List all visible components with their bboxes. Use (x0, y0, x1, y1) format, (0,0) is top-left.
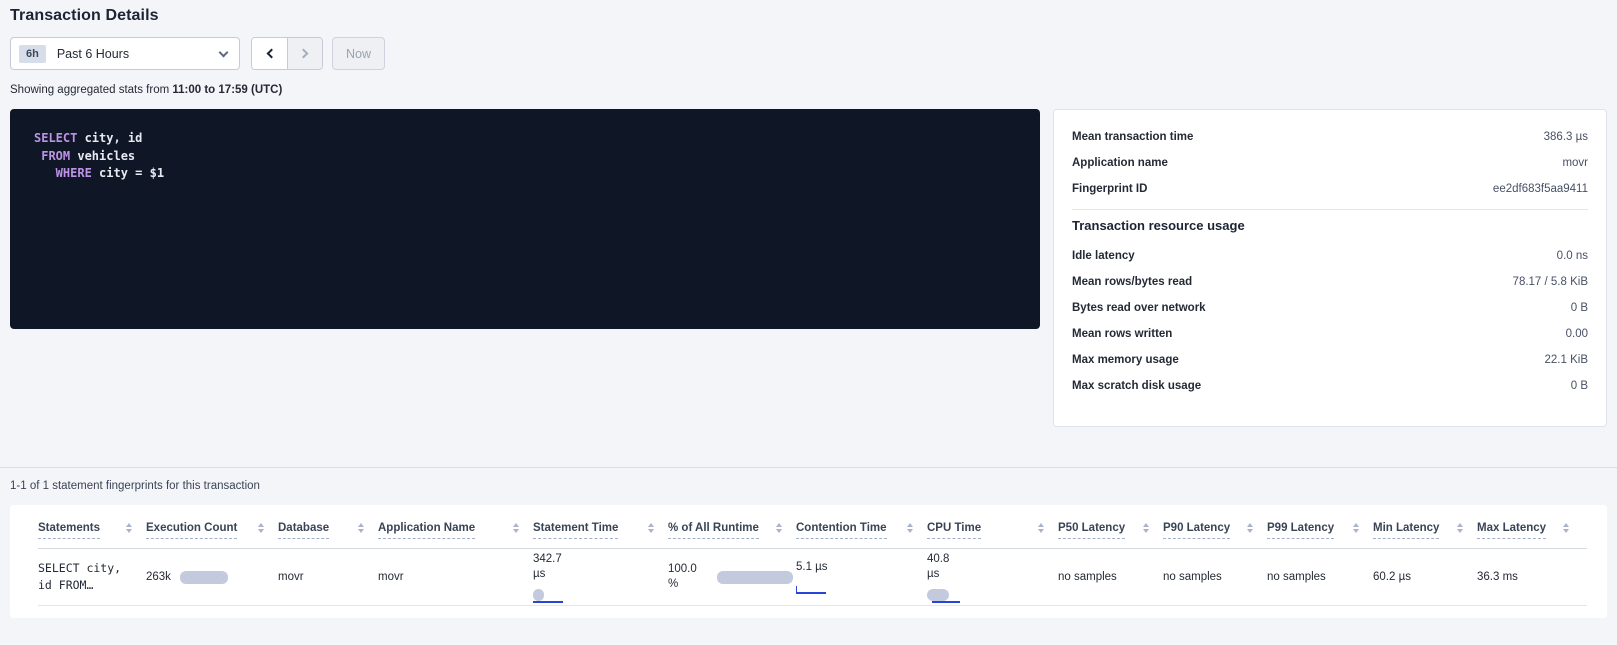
summary-row-mean-transaction-time: Mean transaction time 386.3 µs (1072, 124, 1588, 150)
sort-icon (648, 523, 654, 533)
sort-icon (1143, 523, 1149, 533)
summary-row-application-name: Application name movr (1072, 150, 1588, 176)
column-header-pct-of-all-runtime[interactable]: % of All Runtime (668, 522, 796, 539)
cell-p90-latency: no samples (1163, 571, 1267, 583)
sql-keyword: FROM (34, 149, 70, 163)
sql-keyword: SELECT (34, 131, 77, 145)
sql-statement-box: SELECT city, id FROM vehicles WHERE city… (10, 109, 1040, 329)
chevron-right-icon (299, 49, 309, 59)
contention-time-bar (796, 580, 856, 594)
summary-row-fingerprint-id: Fingerprint ID ee2df683f5aa9411 (1072, 176, 1588, 202)
sort-icon (907, 523, 913, 533)
aggregated-stats-line: Showing aggregated stats from 11:00 to 1… (10, 84, 1617, 96)
cell-statement-time: 342.7 µs (533, 552, 668, 603)
sql-statement-text: SELECT city, id FROM vehicles WHERE city… (34, 130, 1020, 183)
now-button[interactable]: Now (332, 37, 385, 70)
runtime-pct-bar (717, 571, 793, 584)
column-header-database[interactable]: Database (278, 522, 378, 539)
column-header-application-name[interactable]: Application Name (378, 522, 533, 539)
chevron-down-icon (219, 47, 229, 57)
column-header-statement-time[interactable]: Statement Time (533, 522, 668, 539)
resource-row-max-memory-usage: Max memory usage 22.1 KiB (1072, 347, 1588, 373)
fingerprints-caption: 1-1 of 1 statement fingerprints for this… (10, 480, 1617, 492)
resource-usage-heading: Transaction resource usage (1072, 218, 1588, 233)
resource-row-mean-rows-bytes-read: Mean rows/bytes read 78.17 / 5.8 KiB (1072, 269, 1588, 295)
time-range-badge: 6h (19, 45, 46, 63)
time-range-dropdown[interactable]: 6h Past 6 Hours (10, 37, 240, 70)
cell-p50-latency: no samples (1058, 571, 1163, 583)
cell-p99-latency: no samples (1267, 571, 1373, 583)
statements-table-header: Statements Execution Count Database Appl… (38, 505, 1587, 549)
resource-row-mean-rows-written: Mean rows written 0.00 (1072, 321, 1588, 347)
sort-icon (1247, 523, 1253, 533)
prev-time-button[interactable] (252, 38, 287, 69)
cell-min-latency: 60.2 µs (1373, 571, 1477, 583)
cpu-time-bar (927, 589, 987, 603)
cell-application-name: movr (378, 571, 533, 583)
cell-pct-of-all-runtime: 100.0 % (668, 562, 796, 592)
resource-row-idle-latency: Idle latency 0.0 ns (1072, 243, 1588, 269)
cell-execution-count: 263k (146, 571, 278, 584)
resource-row-max-scratch-disk-usage: Max scratch disk usage 0 B (1072, 373, 1588, 399)
statement-time-bar (533, 589, 593, 603)
stats-prefix: Showing aggregated stats from (10, 84, 172, 96)
summary-divider (1072, 209, 1588, 210)
column-header-min-latency[interactable]: Min Latency (1373, 522, 1477, 539)
sort-icon (776, 523, 782, 533)
column-header-p99-latency[interactable]: P99 Latency (1267, 522, 1373, 539)
time-controls: 6h Past 6 Hours Now (10, 37, 1617, 70)
column-header-cpu-time[interactable]: CPU Time (927, 522, 1058, 539)
column-header-statements[interactable]: Statements (38, 522, 146, 539)
column-header-p50-latency[interactable]: P50 Latency (1058, 522, 1163, 539)
sort-icon (1457, 523, 1463, 533)
statements-table: Statements Execution Count Database Appl… (10, 505, 1607, 618)
sort-icon (126, 523, 132, 533)
time-range-label: Past 6 Hours (57, 47, 220, 61)
sort-icon (258, 523, 264, 533)
column-header-execution-count[interactable]: Execution Count (146, 522, 278, 539)
table-row: SELECT city, id FROM… 263k movr movr 342… (38, 549, 1587, 606)
section-divider (0, 467, 1617, 468)
resource-row-bytes-read-over-network: Bytes read over network 0 B (1072, 295, 1588, 321)
sort-icon (1353, 523, 1359, 533)
transaction-summary-card: Mean transaction time 386.3 µs Applicati… (1053, 109, 1607, 427)
statement-link[interactable]: SELECT city, id FROM… (38, 560, 136, 594)
cell-cpu-time: 40.8 µs (927, 552, 1058, 603)
chevron-left-icon (266, 49, 276, 59)
column-header-max-latency[interactable]: Max Latency (1477, 522, 1583, 539)
page-title: Transaction Details (10, 7, 1617, 25)
cell-max-latency: 36.3 ms (1477, 571, 1583, 583)
time-pager (251, 37, 323, 70)
stats-range: 11:00 to 17:59 (UTC) (172, 84, 282, 96)
column-header-p90-latency[interactable]: P90 Latency (1163, 522, 1267, 539)
sort-icon (1038, 523, 1044, 533)
sort-icon (513, 523, 519, 533)
cell-database: movr (278, 571, 378, 583)
sort-icon (1563, 523, 1569, 533)
execution-count-bar (180, 571, 228, 584)
sort-icon (358, 523, 364, 533)
next-time-button[interactable] (287, 38, 322, 69)
sql-keyword: WHERE (34, 166, 92, 180)
cell-contention-time: 5.1 µs (796, 561, 927, 594)
column-header-contention-time[interactable]: Contention Time (796, 522, 927, 539)
